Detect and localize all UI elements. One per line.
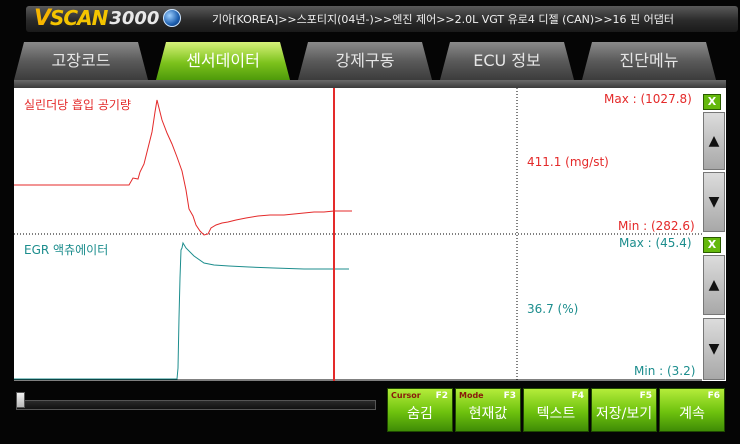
text-view-button[interactable]: F4 텍스트 <box>523 388 589 432</box>
button-label: 계속 <box>679 406 705 422</box>
arrow-down-icon: ▼ <box>708 194 720 210</box>
graph2-scroll-up-button[interactable]: ▲ <box>703 255 725 315</box>
app-window: V SCAN 3000 기아[KOREA]>>스포티지(04년-)>>엔진 제어… <box>0 0 740 444</box>
graph2-current-value: 36.7 (%) <box>527 302 579 316</box>
graph2-title: EGR 액츄에이터 <box>24 243 109 257</box>
logo-number: 3000 <box>109 7 160 29</box>
trace-air-mass <box>14 99 352 236</box>
graph2-max: Max : (45.4) <box>619 236 692 250</box>
graph1-title: 실린더당 흡입 공기량 <box>24 98 131 112</box>
button-label: 저장/보기 <box>595 406 653 422</box>
button-mode-label: Cursor <box>391 391 421 400</box>
tab-sensor-data[interactable]: 센서데이터 <box>156 42 290 80</box>
button-mode-label: Mode <box>459 391 484 400</box>
graph1-current-value: 411.1 (mg/st) <box>527 155 609 169</box>
arrow-up-icon: ▲ <box>708 277 720 293</box>
graph1-close-button[interactable]: X <box>703 94 721 110</box>
graph-panel: 실린더당 흡입 공기량 Max : (1027.8) 411.1 (mg/st)… <box>14 88 726 381</box>
timeline-slider[interactable] <box>16 400 376 410</box>
function-key-label: F4 <box>571 391 584 401</box>
tab-bar: 고장코드 센서데이터 강제구동 ECU 정보 진단메뉴 <box>14 42 726 82</box>
graph1-max: Max : (1027.8) <box>604 92 692 106</box>
graph2-close-button[interactable]: X <box>703 237 721 253</box>
graph1-min: Min : (282.6) <box>618 219 695 233</box>
function-key-label: F2 <box>435 391 448 401</box>
timeline-slider-handle[interactable] <box>16 392 25 408</box>
graph1-scroll-up-button[interactable]: ▲ <box>703 112 725 170</box>
tab-underline <box>14 80 726 88</box>
button-label: 텍스트 <box>536 406 576 422</box>
function-key-label: F5 <box>639 391 652 401</box>
sensor-graph <box>14 88 702 381</box>
tab-ecu-info[interactable]: ECU 정보 <box>440 42 574 80</box>
graph1-scroll-down-button[interactable]: ▼ <box>703 172 725 232</box>
button-label: 현재값 <box>468 406 508 422</box>
button-label: 숨김 <box>407 406 433 422</box>
breadcrumb: 기아[KOREA]>>스포티지(04년-)>>엔진 제어>>2.0L VGT 유… <box>212 13 675 26</box>
function-key-label: F6 <box>707 391 720 401</box>
trace-egr <box>14 241 349 380</box>
graph2-min: Min : (3.2) <box>634 364 696 378</box>
tab-diagnostic-menu[interactable]: 진단메뉴 <box>582 42 716 80</box>
tab-actuation-test[interactable]: 강제구동 <box>298 42 432 80</box>
logo-v: V <box>34 5 51 31</box>
vscan-logo: V SCAN 3000 <box>34 5 182 31</box>
function-key-label: F3 <box>503 391 516 401</box>
globe-icon <box>163 9 182 27</box>
arrow-down-icon: ▼ <box>708 341 720 357</box>
arrow-up-icon: ▲ <box>708 133 720 149</box>
graph2-scroll-down-button[interactable]: ▼ <box>703 318 725 380</box>
hide-cursor-button[interactable]: Cursor F2 숨김 <box>387 388 453 432</box>
current-value-button[interactable]: Mode F3 현재값 <box>455 388 521 432</box>
tab-fault-codes[interactable]: 고장코드 <box>14 42 148 80</box>
continue-button[interactable]: F6 계속 <box>659 388 725 432</box>
logo-scan: SCAN <box>50 6 108 30</box>
save-view-button[interactable]: F5 저장/보기 <box>591 388 657 432</box>
